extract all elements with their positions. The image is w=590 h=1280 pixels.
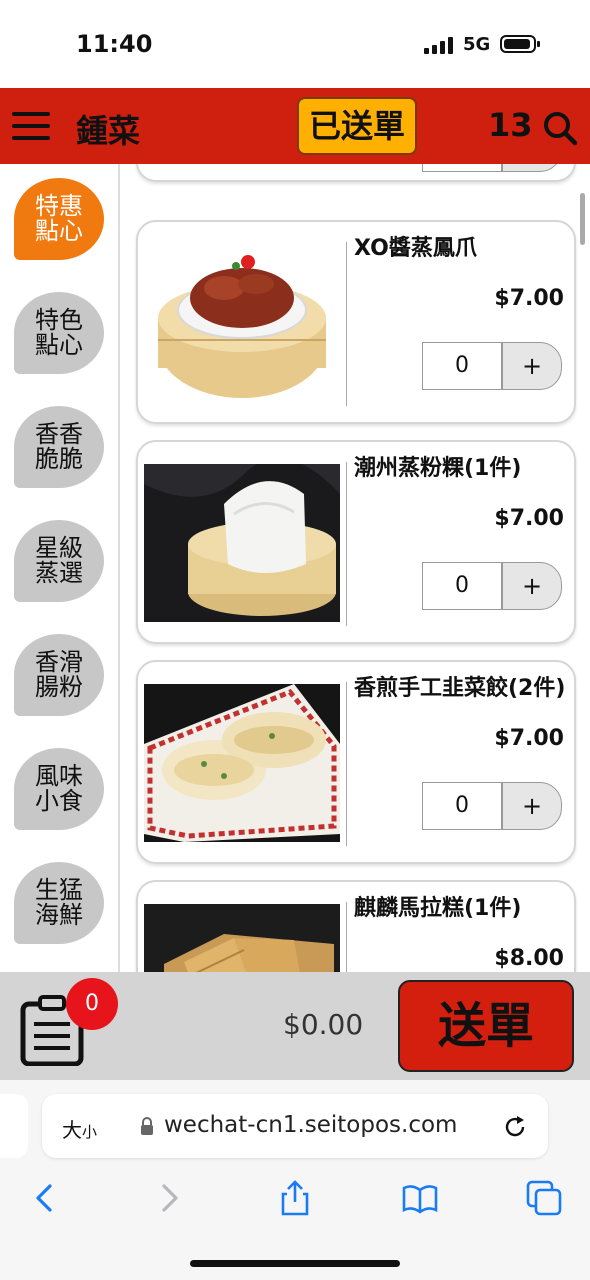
app-header: 鍾菜 已送單 13 bbox=[0, 88, 590, 164]
menu-item-card bbox=[136, 164, 576, 182]
dish-price: $7.00 bbox=[494, 286, 564, 311]
store-name: 鍾菜 bbox=[76, 112, 141, 150]
category-label: 海鮮 bbox=[35, 901, 83, 929]
text-size-small-label: 小 bbox=[82, 1123, 98, 1141]
dish-name: 香煎手工韭菜餃(2件) bbox=[354, 676, 566, 701]
menu-item-card: 潮州蒸粉粿(1件) $7.00 0 + bbox=[136, 440, 576, 644]
category-tab-steamed[interactable]: 星級 蒸選 bbox=[14, 520, 104, 602]
submit-order-button[interactable]: 送單 bbox=[398, 980, 574, 1072]
dish-photo-malay-cake bbox=[144, 904, 340, 972]
back-icon[interactable] bbox=[26, 1180, 62, 1216]
category-label: 特惠 bbox=[35, 192, 83, 220]
lock-icon bbox=[141, 1117, 153, 1135]
dish-name: 麒麟馬拉糕(1件) bbox=[354, 896, 522, 921]
quantity-field[interactable] bbox=[422, 164, 502, 172]
share-icon[interactable] bbox=[277, 1180, 313, 1216]
scrollbar[interactable] bbox=[580, 193, 585, 245]
category-tab-snacks[interactable]: 風味 小食 bbox=[14, 748, 104, 830]
home-indicator[interactable] bbox=[190, 1260, 400, 1267]
category-label: 點心 bbox=[35, 331, 83, 359]
dish-photo-rice-dumpling bbox=[144, 464, 340, 622]
menu-list[interactable]: XO醬蒸鳳爪 $7.00 0 + 潮州蒸粉粿(1件) $7.00 0 + 香煎手… bbox=[122, 164, 590, 972]
status-bar: 11:40 5G bbox=[0, 0, 590, 88]
dish-name: 潮州蒸粉粿(1件) bbox=[354, 456, 522, 481]
dish-price: $7.00 bbox=[494, 506, 564, 531]
reload-icon[interactable] bbox=[502, 1114, 528, 1140]
status-time: 11:40 bbox=[76, 30, 153, 58]
add-button[interactable]: + bbox=[502, 342, 562, 390]
category-label: 香滑 bbox=[35, 648, 83, 676]
tabs-icon[interactable] bbox=[526, 1180, 562, 1216]
category-label: 星級 bbox=[35, 534, 83, 562]
text-size-button[interactable]: 大小 bbox=[62, 1114, 97, 1143]
category-label: 特色 bbox=[35, 306, 83, 334]
text-size-label: 大 bbox=[62, 1118, 82, 1142]
battery-icon bbox=[500, 35, 540, 53]
category-label: 小食 bbox=[35, 787, 83, 815]
category-sidebar: 特惠 點心 特色 點心 香香 脆脆 星級 蒸選 香滑 腸粉 風味 小食 生猛 海… bbox=[0, 164, 120, 972]
table-number: 13 bbox=[488, 106, 533, 144]
menu-item-card: 麒麟馬拉糕(1件) $8.00 0 + bbox=[136, 880, 576, 972]
browser-toolbar: 大小 wechat-cn1.seitopos.com bbox=[0, 1080, 590, 1280]
category-label: 腸粉 bbox=[35, 673, 83, 701]
menu-item-card: XO醬蒸鳳爪 $7.00 0 + bbox=[136, 220, 576, 424]
category-tab-specials[interactable]: 特惠 點心 bbox=[14, 178, 104, 260]
category-label: 蒸選 bbox=[35, 559, 83, 587]
network-type: 5G bbox=[463, 34, 491, 55]
quantity-field[interactable]: 0 bbox=[422, 562, 502, 610]
url-text: wechat-cn1.seitopos.com bbox=[164, 1112, 458, 1138]
category-label: 生猛 bbox=[35, 876, 83, 904]
order-bar: 0 $0.00 送單 bbox=[0, 972, 590, 1080]
cart-count-badge: 0 bbox=[66, 978, 118, 1030]
quantity-field[interactable]: 0 bbox=[422, 782, 502, 830]
sent-orders-button[interactable]: 已送單 bbox=[297, 97, 417, 155]
category-tab-signature-dimsum[interactable]: 特色 點心 bbox=[14, 292, 104, 374]
search-icon[interactable] bbox=[542, 110, 578, 146]
previous-tab-peek[interactable] bbox=[0, 1094, 28, 1158]
address-bar[interactable]: 大小 wechat-cn1.seitopos.com bbox=[42, 1094, 548, 1158]
signal-icon bbox=[424, 36, 456, 54]
category-label: 香香 bbox=[35, 420, 83, 448]
add-button[interactable] bbox=[502, 164, 562, 172]
dish-photo-chicken-feet bbox=[144, 244, 340, 402]
category-label: 脆脆 bbox=[35, 445, 83, 473]
menu-item-card: 香煎手工韭菜餃(2件) $7.00 0 + bbox=[136, 660, 576, 864]
dish-photo-chive-dumplings bbox=[144, 684, 340, 842]
category-label: 點心 bbox=[35, 217, 83, 245]
forward-icon[interactable] bbox=[152, 1180, 188, 1216]
add-button[interactable]: + bbox=[502, 562, 562, 610]
category-tab-crispy[interactable]: 香香 脆脆 bbox=[14, 406, 104, 488]
order-total: $0.00 bbox=[283, 1008, 364, 1041]
quantity-field[interactable]: 0 bbox=[422, 342, 502, 390]
bookmarks-icon[interactable] bbox=[402, 1180, 438, 1216]
dish-name: XO醬蒸鳳爪 bbox=[354, 236, 477, 261]
dish-price: $7.00 bbox=[494, 726, 564, 751]
dish-price: $8.00 bbox=[494, 946, 564, 971]
add-button[interactable]: + bbox=[502, 782, 562, 830]
hamburger-menu-icon[interactable] bbox=[12, 110, 50, 142]
category-tab-rice-rolls[interactable]: 香滑 腸粉 bbox=[14, 634, 104, 716]
category-tab-seafood[interactable]: 生猛 海鮮 bbox=[14, 862, 104, 944]
category-label: 風味 bbox=[35, 762, 83, 790]
